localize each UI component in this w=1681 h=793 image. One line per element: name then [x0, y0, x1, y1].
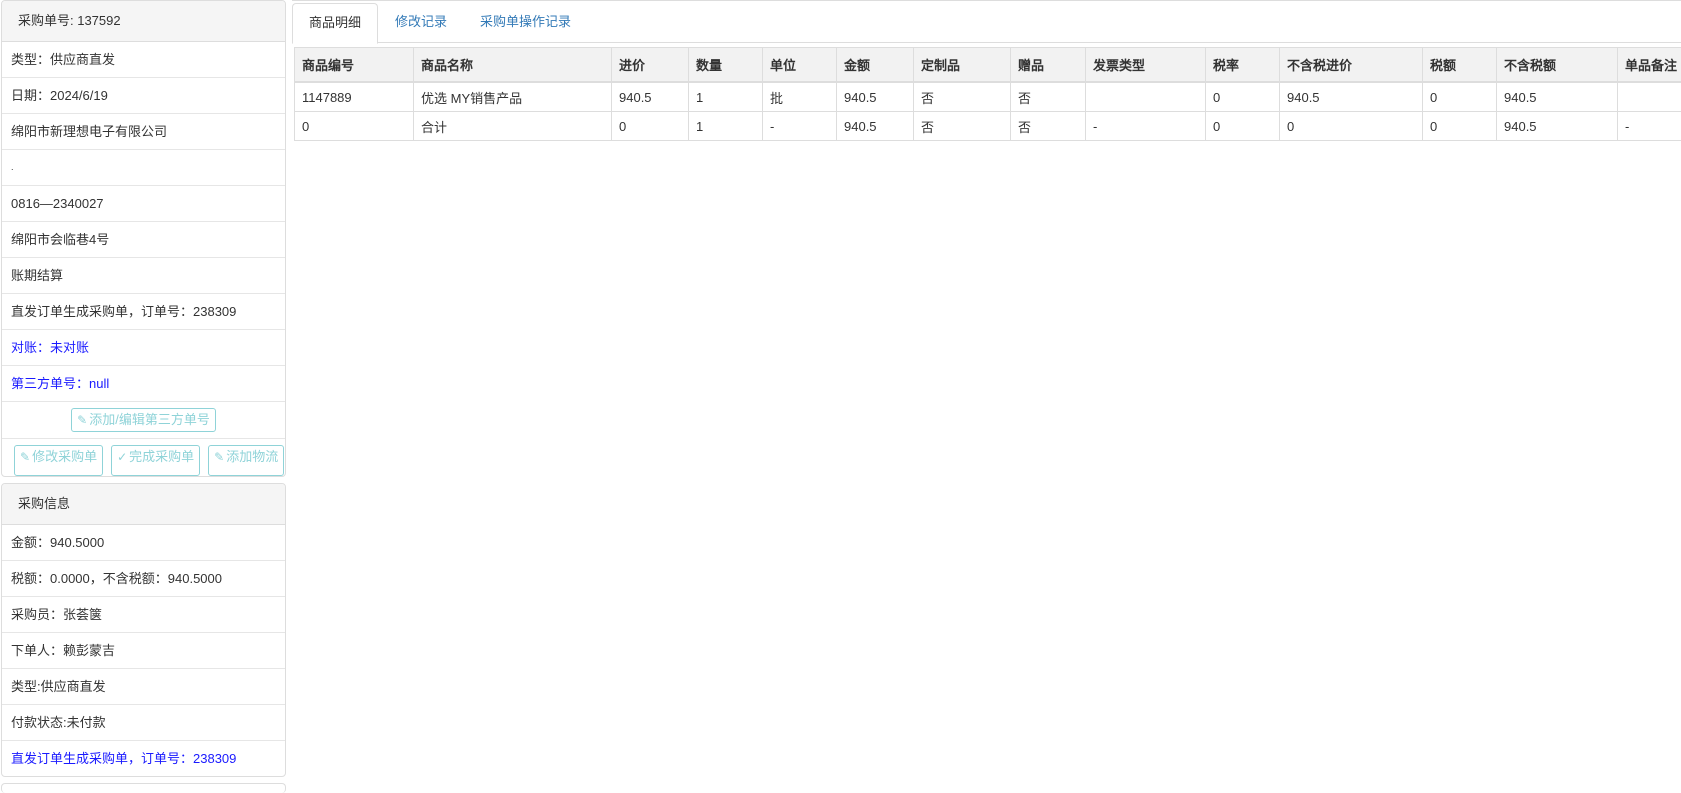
cell-product-code: 0	[295, 112, 414, 141]
order-number-header: 采购单号: 137592	[2, 1, 285, 42]
cell-custom: 否	[914, 112, 1011, 141]
cell-amount: 940.5	[837, 112, 914, 141]
order-panel: 采购单号: 137592 类型：供应商直发 日期：2024/6/19 绵阳市新理…	[1, 0, 286, 477]
cell-tax-rate: 0	[1206, 82, 1280, 112]
cell-invoice-type: -	[1086, 112, 1206, 141]
third-party-button-row: ✎添加/编辑第三方单号	[2, 402, 285, 439]
supplier-contact: .	[2, 150, 285, 186]
complete-order-label: 完成采购单	[129, 449, 194, 464]
purchase-info-header: 采购信息	[2, 484, 285, 525]
payment-terms: 账期结算	[2, 258, 285, 294]
cell-amount-ex-tax: 940.5	[1497, 112, 1618, 141]
order-type: 类型：供应商直发	[2, 42, 285, 78]
tab-modify-records[interactable]: 修改记录	[379, 3, 463, 41]
cell-custom: 否	[914, 82, 1011, 112]
cell-amount: 940.5	[837, 82, 914, 112]
cell-gift: 否	[1011, 82, 1086, 112]
product-table: 商品编号 商品名称 进价 数量 单位 金额 定制品 赠品 发票类型 税率 不含税…	[294, 47, 1681, 141]
tab-operation-records[interactable]: 采购单操作记录	[464, 3, 587, 41]
col-amount: 金额	[837, 48, 914, 83]
check-circle-icon: ✓	[117, 450, 127, 464]
edit-icon: ✎	[77, 413, 87, 427]
supplier-name: 绵阳市新理想电子有限公司	[2, 114, 285, 150]
next-panel-edge	[1, 783, 286, 793]
left-column: 采购单号: 137592 类型：供应商直发 日期：2024/6/19 绵阳市新理…	[0, 0, 289, 793]
col-price-ex-tax: 不含税进价	[1280, 48, 1423, 83]
col-item-note: 单品备注	[1618, 48, 1681, 83]
col-tax-rate: 税率	[1206, 48, 1280, 83]
cell-tax: 0	[1423, 82, 1497, 112]
cell-product-code: 1147889	[295, 82, 414, 112]
supplier-phone: 0816—2340027	[2, 186, 285, 222]
cell-price-ex-tax: 940.5	[1280, 82, 1423, 112]
table-header-row: 商品编号 商品名称 进价 数量 单位 金额 定制品 赠品 发票类型 税率 不含税…	[295, 48, 1681, 83]
cell-tax: 0	[1423, 112, 1497, 141]
add-logistics-button[interactable]: ✎添加物流	[208, 445, 284, 476]
col-invoice-type: 发票类型	[1086, 48, 1206, 83]
edit-icon: ✎	[20, 450, 30, 464]
col-unit: 单位	[763, 48, 837, 83]
cell-purchase-price: 940.5	[612, 82, 689, 112]
supplier-address: 绵阳市会临巷4号	[2, 222, 285, 258]
cell-item-note: -	[1618, 112, 1681, 141]
info-type: 类型:供应商直发	[2, 669, 285, 705]
cell-item-note	[1618, 82, 1681, 112]
cell-product-name: 合计	[414, 112, 612, 141]
col-product-name: 商品名称	[414, 48, 612, 83]
cell-quantity: 1	[689, 82, 763, 112]
col-gift: 赠品	[1011, 48, 1086, 83]
cell-quantity: 1	[689, 112, 763, 141]
table-row: 1147889 优选 MY销售产品 940.5 1 批 940.5 否 否 0 …	[295, 82, 1681, 112]
edit-icon: ✎	[214, 450, 224, 464]
info-tax: 税额：0.0000，不含税额：940.5000	[2, 561, 285, 597]
info-buyer: 采购员：张荟箧	[2, 597, 285, 633]
col-custom: 定制品	[914, 48, 1011, 83]
info-amount: 金额：940.5000	[2, 525, 285, 561]
col-amount-ex-tax: 不含税额	[1497, 48, 1618, 83]
cell-price-ex-tax: 0	[1280, 112, 1423, 141]
cell-unit: -	[763, 112, 837, 141]
tab-product-details[interactable]: 商品明细	[292, 3, 378, 44]
cell-tax-rate: 0	[1206, 112, 1280, 141]
add-logistics-label: 添加物流	[226, 449, 278, 464]
reconciliation-status: 对账：未对账	[2, 330, 285, 366]
order-note: 直发订单生成采购单，订单号：238309	[2, 294, 285, 330]
cell-gift: 否	[1011, 112, 1086, 141]
cell-purchase-price: 0	[612, 112, 689, 141]
col-purchase-price: 进价	[612, 48, 689, 83]
modify-order-button[interactable]: ✎修改采购单	[14, 445, 103, 476]
info-order-note: 直发订单生成采购单，订单号：238309	[2, 741, 285, 776]
col-quantity: 数量	[689, 48, 763, 83]
col-product-code: 商品编号	[295, 48, 414, 83]
main-area: 商品明细 修改记录 采购单操作记录 商品编号 商品名称 进价 数量 单位 金额 …	[292, 0, 1681, 43]
modify-order-label: 修改采购单	[32, 449, 97, 464]
order-date: 日期：2024/6/19	[2, 78, 285, 114]
cell-product-name: 优选 MY销售产品	[414, 82, 612, 112]
cell-invoice-type	[1086, 82, 1206, 112]
info-orderer: 下单人：赖彭蒙吉	[2, 633, 285, 669]
cell-unit: 批	[763, 82, 837, 112]
info-payment-status: 付款状态:未付款	[2, 705, 285, 741]
add-edit-third-party-label: 添加/编辑第三方单号	[89, 412, 210, 427]
col-tax: 税额	[1423, 48, 1497, 83]
third-party-number: 第三方单号：null	[2, 366, 285, 402]
purchase-info-panel: 采购信息 金额：940.5000 税额：0.0000，不含税额：940.5000…	[1, 483, 286, 777]
add-edit-third-party-button[interactable]: ✎添加/编辑第三方单号	[71, 408, 216, 432]
order-action-buttons: ✎修改采购单 ✓完成采购单 ✎添加物流	[2, 439, 285, 476]
table-total-row: 0 合计 0 1 - 940.5 否 否 - 0 0 0 940.5 -	[295, 112, 1681, 141]
complete-order-button[interactable]: ✓完成采购单	[111, 445, 200, 476]
tab-bar: 商品明细 修改记录 采购单操作记录	[292, 0, 1681, 43]
cell-amount-ex-tax: 940.5	[1497, 82, 1618, 112]
